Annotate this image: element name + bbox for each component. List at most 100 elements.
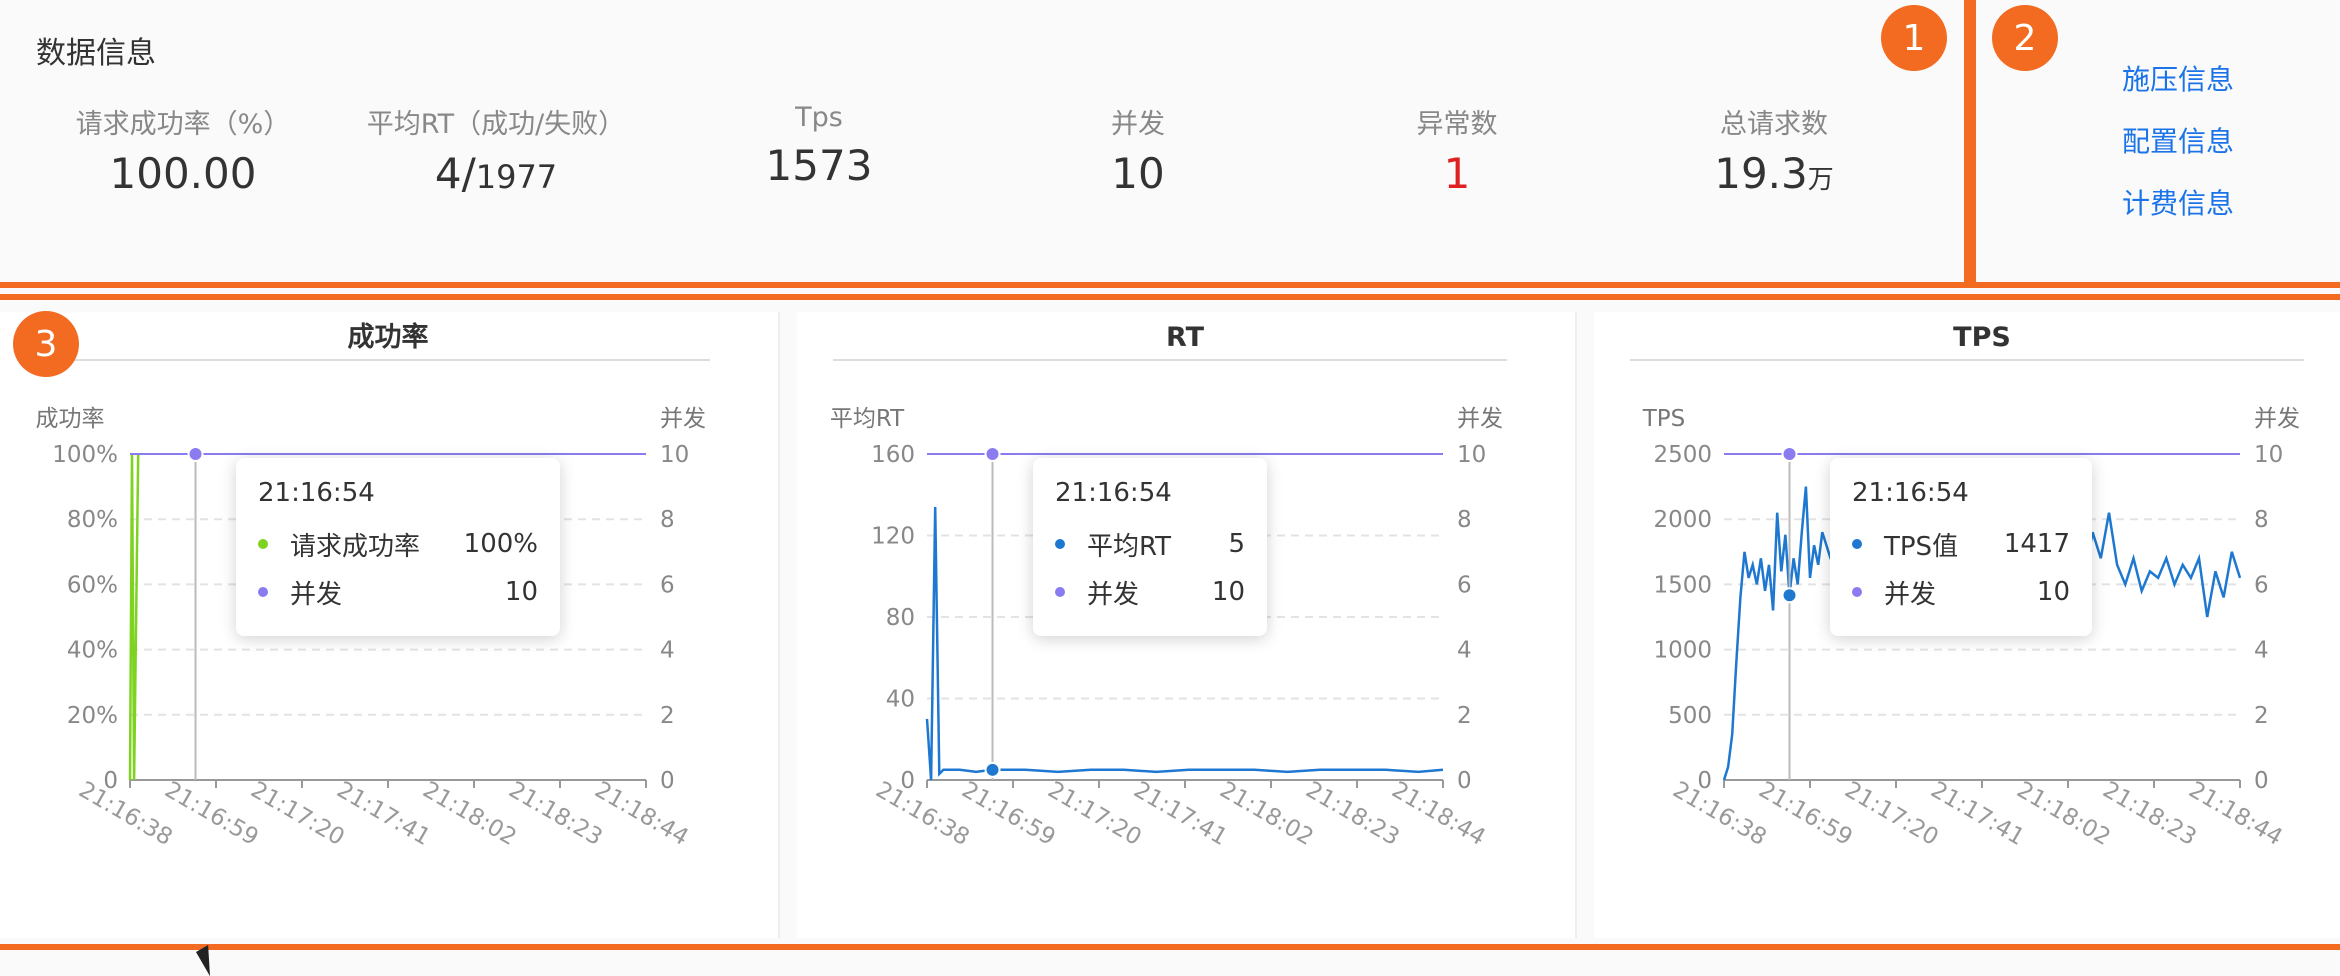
x-tick-label: 21:17:41 (1129, 777, 1231, 851)
y2-tick-label: 0 (1457, 768, 1472, 794)
y-tick-label: 1500 (1653, 572, 1712, 598)
x-tick-label: 21:18:23 (2098, 777, 2200, 851)
tooltip-series-value: 1417 (2003, 529, 2070, 559)
y2-tick-label: 6 (1457, 572, 1472, 598)
x-tick-label: 21:16:38 (871, 777, 973, 851)
tooltip-series-name: 并发 (1884, 579, 1937, 610)
link-pressure-info[interactable]: 施压信息 (2122, 58, 2234, 98)
y2-tick-label: 8 (1457, 507, 1472, 533)
series-dot-icon (1852, 539, 1862, 549)
y2-tick-label: 8 (2254, 507, 2269, 533)
metric-value: 4/1977 (336, 149, 656, 198)
tooltip-time: 21:16:54 (1055, 478, 1172, 508)
y2-tick-label: 4 (2254, 638, 2269, 664)
y2-tick-label: 6 (2254, 572, 2269, 598)
x-tick-label: 21:17:20 (1840, 777, 1942, 851)
tooltip-series-value: 100% (463, 529, 538, 559)
tooltip-series-value: 5 (1228, 529, 1245, 559)
y-tick-label: 80 (886, 605, 915, 631)
y2-tick-label: 4 (1457, 638, 1472, 664)
y2-tick-label: 0 (660, 768, 675, 794)
series-dot-icon (258, 587, 268, 597)
x-tick-label: 21:18:02 (2012, 777, 2114, 851)
link-config-info[interactable]: 配置信息 (2122, 120, 2234, 160)
x-tick-label: 21:17:41 (1926, 777, 2028, 851)
y-tick-label: 40 (886, 687, 915, 713)
data-info-title: 数据信息 (36, 36, 156, 71)
annotation-badge-1: 1 (1881, 5, 1947, 71)
y2-tick-label: 4 (660, 638, 675, 664)
chart-tooltip: 21:16:54 TPS值 1417 并发 10 (1830, 458, 2092, 636)
tooltip-row: 并发 10 (1055, 568, 1245, 616)
tooltip-series-value: 10 (1211, 577, 1245, 607)
chart-title: TPS (1953, 322, 2011, 353)
x-tick-label: 21:18:23 (1301, 777, 1403, 851)
y-tick-label: 100% (52, 442, 118, 468)
metric-label: Tps (795, 102, 843, 133)
y-tick-label: 80% (67, 507, 118, 533)
metric-value-main: 19.3 (1714, 149, 1808, 198)
y2-tick-label: 2 (660, 703, 675, 729)
tooltip-row: 并发 10 (258, 568, 538, 616)
metric-exceptions: 异常数 1 (1297, 102, 1617, 198)
tooltip-series-name: 请求成功率 (290, 531, 421, 562)
metric-value-unit: 万 (1807, 165, 1834, 195)
chart-tooltip: 21:16:54 平均RT 5 并发 10 (1033, 458, 1267, 636)
tooltip-series-name: 并发 (290, 579, 343, 610)
y-tick-label: 40% (67, 638, 118, 664)
metric-label: 并发 (1111, 109, 1165, 140)
tooltip-row: 并发 10 (1852, 568, 2070, 616)
series-line (128, 453, 140, 781)
x-tick-label: 21:17:20 (1043, 777, 1145, 851)
y-tick-label: 60% (67, 572, 118, 598)
y-tick-label: 1000 (1653, 638, 1712, 664)
x-tick-label: 21:18:23 (504, 777, 606, 851)
y2-axis-label: 并发 (660, 406, 706, 432)
y2-tick-label: 10 (660, 442, 689, 468)
x-tick-label: 21:18:02 (1215, 777, 1317, 851)
tooltip-series-value: 10 (504, 577, 538, 607)
annotation-badge-2: 2 (1992, 5, 2058, 71)
metric-value: 19.3万 (1614, 149, 1934, 198)
metric-concurrency: 并发 10 (978, 102, 1298, 198)
x-tick-label: 21:16:38 (74, 777, 176, 851)
x-tick-label: 21:16:59 (160, 777, 262, 851)
tooltip-time: 21:16:54 (258, 478, 375, 508)
y-tick-label: 20% (67, 703, 118, 729)
metric-value: 1573 (765, 141, 873, 190)
tooltip-series-name: 平均RT (1087, 531, 1172, 562)
metric-value: 10 (1111, 149, 1165, 198)
chart-tooltip: 21:16:54 请求成功率 100% 并发 10 (236, 458, 560, 636)
tooltip-series-name: TPS值 (1884, 531, 1959, 562)
y2-tick-label: 10 (2254, 442, 2283, 468)
y-axis-label: TPS (1642, 406, 1686, 432)
metric-label: 平均RT（成功/失败） (366, 109, 626, 140)
tooltip-row: TPS值 1417 (1852, 520, 2070, 568)
chart-panel-success-rate: 成功率 成功率 并发 0 20% 40% 60% 80% 100% 0 2 4 6 8 10 21:16:38… (0, 312, 780, 976)
y2-tick-label: 10 (1457, 442, 1486, 468)
metric-success-rate: 请求成功率（%） 100.00 (23, 102, 343, 198)
link-billing-info[interactable]: 计费信息 (2122, 182, 2234, 222)
x-tick-label: 21:18:44 (590, 777, 692, 851)
metric-value: 100.00 (109, 149, 257, 198)
tooltip-time: 21:16:54 (1852, 478, 1969, 508)
y2-tick-label: 2 (1457, 703, 1472, 729)
x-tick-label: 21:16:38 (1668, 777, 1770, 851)
x-tick-label: 21:17:41 (332, 777, 434, 851)
metric-value: 1 (1443, 149, 1471, 198)
tooltip-row: 请求成功率 100% (258, 520, 538, 568)
hover-point (1781, 446, 1798, 462)
x-tick-label: 21:17:20 (246, 777, 348, 851)
y2-tick-label: 8 (660, 507, 675, 533)
x-tick-label: 21:16:59 (957, 777, 1059, 851)
metric-label: 总请求数 (1720, 109, 1828, 140)
metric-label: 请求成功率（%） (75, 109, 291, 140)
hover-point (984, 761, 1001, 778)
y-axis-label: 平均RT (830, 406, 905, 432)
series-dot-icon (258, 539, 268, 549)
series-dot-icon (1852, 587, 1862, 597)
chart-title: 成功率 (348, 321, 429, 353)
hover-point (187, 446, 204, 462)
y-tick-label: 500 (1668, 703, 1712, 729)
y2-axis-label: 并发 (2254, 406, 2300, 432)
